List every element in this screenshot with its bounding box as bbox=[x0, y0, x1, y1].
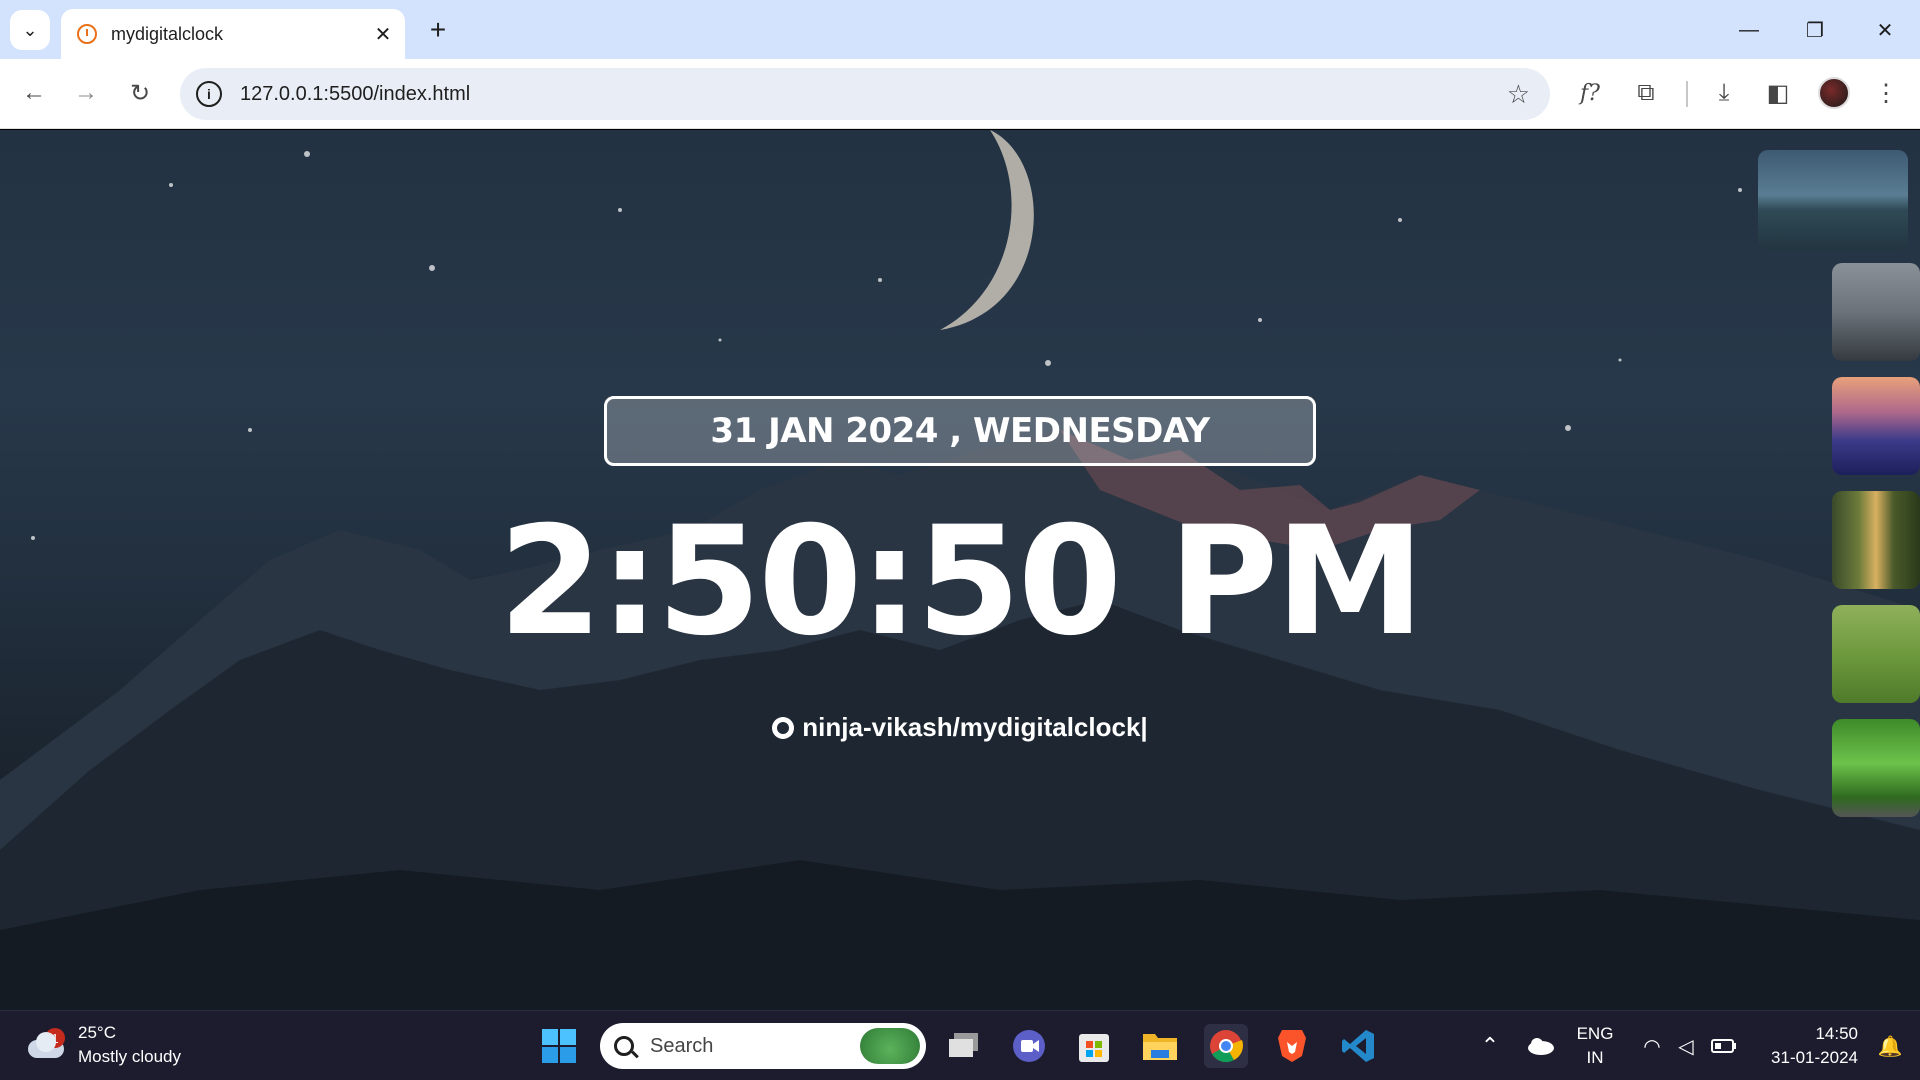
close-tab-icon[interactable]: ✕ bbox=[369, 20, 397, 48]
sidepanel-icon[interactable]: ◧ bbox=[1758, 73, 1798, 113]
thumbnail-green-leaves[interactable] bbox=[1832, 719, 1920, 817]
weather-temp: 25°C bbox=[78, 1023, 116, 1042]
toolbar-divider bbox=[1686, 81, 1688, 107]
address-bar[interactable]: i 127.0.0.1:5500/index.html ☆ bbox=[180, 68, 1550, 120]
cloud-icon: 1 bbox=[24, 1028, 66, 1060]
clock-time: 14:50 bbox=[1815, 1024, 1858, 1043]
reload-icon[interactable]: ↻ bbox=[120, 73, 160, 113]
weather-widget[interactable]: 1 25°C Mostly cloudy bbox=[24, 1021, 181, 1069]
close-window-icon[interactable]: ✕ bbox=[1862, 10, 1908, 50]
profile-avatar[interactable] bbox=[1818, 77, 1850, 109]
system-clock[interactable]: 14:50 31-01-2024 bbox=[1756, 1022, 1858, 1070]
battery-icon[interactable] bbox=[1702, 1024, 1746, 1068]
taskbar: 1 25°C Mostly cloudy Search ⌃ ENG IN ◠ ◁… bbox=[0, 1010, 1920, 1080]
date-display: 31 JAN 2024 , WEDNESDAY bbox=[604, 396, 1316, 466]
clock-date: 31-01-2024 bbox=[1771, 1048, 1858, 1067]
time-display: 2:50:50 PM bbox=[498, 495, 1424, 669]
onedrive-icon[interactable] bbox=[1518, 1024, 1562, 1068]
star-icon[interactable]: ☆ bbox=[1507, 79, 1530, 110]
thumbnail-mountain-moon[interactable] bbox=[1758, 150, 1908, 250]
clock-favicon-icon bbox=[77, 24, 97, 44]
weather-desc: Mostly cloudy bbox=[78, 1047, 181, 1066]
taskbar-search[interactable]: Search bbox=[600, 1023, 926, 1069]
forward-icon[interactable]: → bbox=[66, 73, 106, 113]
language-indicator[interactable]: ENG IN bbox=[1574, 1022, 1616, 1070]
github-icon bbox=[772, 716, 795, 739]
page-viewport: 31 JAN 2024 , WEDNESDAY 2:50:50 PM ninja… bbox=[0, 130, 1920, 1010]
tab-title: mydigitalclock bbox=[111, 23, 224, 44]
brave-icon[interactable] bbox=[1270, 1024, 1314, 1068]
new-tab-button[interactable]: + bbox=[420, 12, 456, 48]
extensions-icon[interactable]: ⧉ bbox=[1626, 73, 1666, 113]
browser-toolbar: ← → ↻ i 127.0.0.1:5500/index.html ☆ f? ⧉… bbox=[0, 59, 1920, 129]
restore-icon[interactable]: ❐ bbox=[1792, 10, 1838, 50]
chrome-icon[interactable] bbox=[1204, 1024, 1248, 1068]
search-icon bbox=[614, 1036, 634, 1056]
menu-icon[interactable]: ⋮ bbox=[1866, 73, 1906, 113]
thumbnail-sunset-hills[interactable] bbox=[1832, 377, 1920, 475]
start-icon[interactable] bbox=[537, 1024, 581, 1068]
tab-mydigitalclock[interactable]: mydigitalclock ✕ bbox=[61, 9, 405, 59]
search-highlight-icon bbox=[860, 1028, 920, 1064]
github-link[interactable]: ninja-vikash/mydigitalclock| bbox=[0, 712, 1920, 743]
tab-search-button[interactable]: ⌄ bbox=[10, 10, 50, 50]
date-text: 31 JAN 2024 , WEDNESDAY bbox=[710, 411, 1210, 451]
search-placeholder: Search bbox=[650, 1034, 714, 1057]
language-line1: ENG bbox=[1576, 1024, 1614, 1043]
file-explorer-icon[interactable] bbox=[1138, 1024, 1182, 1068]
chevron-up-icon[interactable]: ⌃ bbox=[1468, 1024, 1512, 1068]
language-line2: IN bbox=[1586, 1048, 1604, 1067]
thumbnail-misty-forest[interactable] bbox=[1832, 263, 1920, 361]
url-text[interactable]: 127.0.0.1:5500/index.html bbox=[240, 83, 1507, 106]
crescent-moon bbox=[940, 130, 1034, 330]
task-view-icon[interactable] bbox=[942, 1024, 986, 1068]
tab-strip: ⌄ mydigitalclock ✕ + — ❐ ✕ bbox=[0, 0, 1920, 59]
vscode-icon[interactable] bbox=[1336, 1024, 1380, 1068]
thumbnail-grass-field[interactable] bbox=[1832, 605, 1920, 703]
store-icon[interactable] bbox=[1072, 1024, 1116, 1068]
github-link-text[interactable]: ninja-vikash/mydigitalclock| bbox=[802, 712, 1147, 743]
back-icon[interactable]: ← bbox=[14, 73, 54, 113]
thumbnail-forest-trail[interactable] bbox=[1832, 491, 1920, 589]
download-icon[interactable]: ⤓ bbox=[1704, 73, 1744, 113]
info-icon[interactable]: i bbox=[196, 81, 222, 107]
font-icon[interactable]: f? bbox=[1570, 73, 1610, 113]
minimize-icon[interactable]: — bbox=[1726, 10, 1772, 50]
meet-icon[interactable] bbox=[1007, 1024, 1051, 1068]
chevron-down-icon: ⌄ bbox=[22, 19, 38, 40]
weather-badge: 1 bbox=[45, 1028, 65, 1048]
notification-icon[interactable]: 🔔 bbox=[1868, 1024, 1912, 1068]
